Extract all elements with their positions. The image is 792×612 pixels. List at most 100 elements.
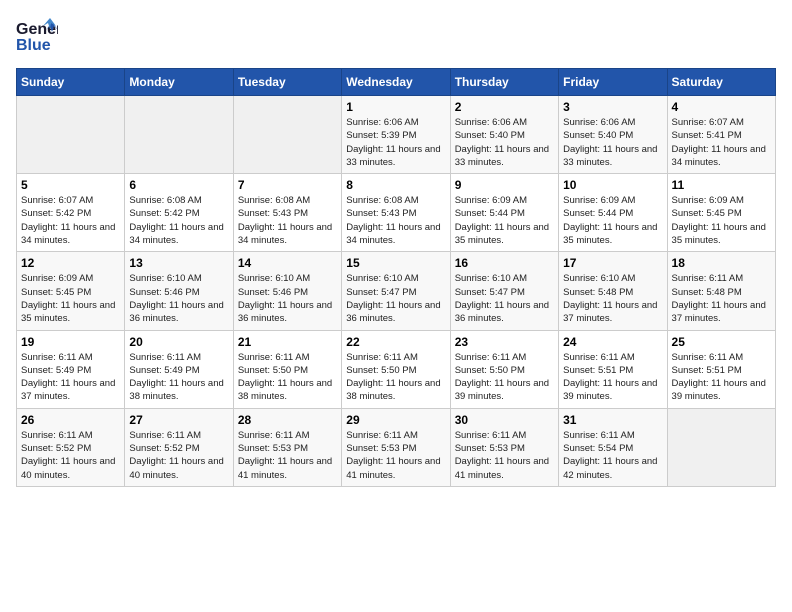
calendar-week-5: 26Sunrise: 6:11 AMSunset: 5:52 PMDayligh…: [17, 408, 776, 486]
day-number: 22: [346, 335, 445, 349]
calendar-cell: 27 Sunrise: 6:11 AMSunset: 5:52 PMDayligh…: [125, 408, 233, 486]
day-info: Sunrise: 6:11 AMSunset: 5:48 PMDaylight:…: [672, 272, 771, 325]
day-info: Sunrise: 6:07 AMSunset: 5:42 PMDaylight:…: [21, 194, 120, 247]
calendar-cell: [233, 96, 341, 174]
calendar-cell: 19 Sunrise: 6:11 AMSunset: 5:49 PMDayligh…: [17, 330, 125, 408]
calendar-cell: [125, 96, 233, 174]
calendar-cell: 29 Sunrise: 6:11 AMSunset: 5:53 PMDayligh…: [342, 408, 450, 486]
calendar-cell: 12Sunrise: 6:09 AMSunset: 5:45 PMDayligh…: [17, 252, 125, 330]
day-number: 27: [129, 413, 228, 427]
day-header-friday: Friday: [559, 69, 667, 96]
day-info: Sunrise: 6:06 AMSunset: 5:40 PMDaylight:…: [455, 116, 554, 169]
calendar-cell: 26Sunrise: 6:11 AMSunset: 5:52 PMDayligh…: [17, 408, 125, 486]
day-number: 10: [563, 178, 662, 192]
calendar: SundayMondayTuesdayWednesdayThursdayFrid…: [16, 68, 776, 487]
day-header-saturday: Saturday: [667, 69, 775, 96]
calendar-cell: 24 Sunrise: 6:11 AMSunset: 5:51 PMDayligh…: [559, 330, 667, 408]
day-number: 29: [346, 413, 445, 427]
day-info: Sunrise: 6:09 AMSunset: 5:45 PMDaylight:…: [672, 194, 771, 247]
calendar-cell: 21Sunrise: 6:11 AMSunset: 5:50 PMDayligh…: [233, 330, 341, 408]
day-info: Sunrise: 6:11 AMSunset: 5:50 PMDaylight:…: [455, 351, 554, 404]
day-number: 19: [21, 335, 120, 349]
calendar-cell: 2 Sunrise: 6:06 AMSunset: 5:40 PMDaylight…: [450, 96, 558, 174]
day-info: Sunrise: 6:11 AMSunset: 5:53 PMDaylight:…: [238, 429, 337, 482]
day-info: Sunrise: 6:08 AMSunset: 5:43 PMDaylight:…: [346, 194, 445, 247]
day-info: Sunrise: 6:11 AMSunset: 5:54 PMDaylight:…: [563, 429, 662, 482]
day-number: 30: [455, 413, 554, 427]
day-info: Sunrise: 6:11 AMSunset: 5:49 PMDaylight:…: [129, 351, 228, 404]
day-header-sunday: Sunday: [17, 69, 125, 96]
calendar-cell: 25 Sunrise: 6:11 AMSunset: 5:51 PMDayligh…: [667, 330, 775, 408]
calendar-cell: 8 Sunrise: 6:08 AMSunset: 5:43 PMDaylight…: [342, 174, 450, 252]
day-number: 2: [455, 100, 554, 114]
calendar-cell: 23 Sunrise: 6:11 AMSunset: 5:50 PMDayligh…: [450, 330, 558, 408]
day-number: 17: [563, 256, 662, 270]
day-number: 23: [455, 335, 554, 349]
calendar-cell: 31 Sunrise: 6:11 AMSunset: 5:54 PMDayligh…: [559, 408, 667, 486]
day-info: Sunrise: 6:10 AMSunset: 5:47 PMDaylight:…: [455, 272, 554, 325]
day-info: Sunrise: 6:11 AMSunset: 5:51 PMDaylight:…: [672, 351, 771, 404]
calendar-week-1: 1 Sunrise: 6:06 AMSunset: 5:39 PMDaylight…: [17, 96, 776, 174]
day-number: 4: [672, 100, 771, 114]
calendar-cell: [17, 96, 125, 174]
day-info: Sunrise: 6:11 AMSunset: 5:52 PMDaylight:…: [129, 429, 228, 482]
calendar-cell: [667, 408, 775, 486]
day-number: 18: [672, 256, 771, 270]
calendar-cell: 10 Sunrise: 6:09 AMSunset: 5:44 PMDayligh…: [559, 174, 667, 252]
day-info: Sunrise: 6:11 AMSunset: 5:52 PMDaylight:…: [21, 429, 120, 482]
svg-text:Blue: Blue: [16, 37, 51, 54]
day-number: 5: [21, 178, 120, 192]
day-info: Sunrise: 6:11 AMSunset: 5:53 PMDaylight:…: [455, 429, 554, 482]
day-info: Sunrise: 6:11 AMSunset: 5:49 PMDaylight:…: [21, 351, 120, 404]
day-header-thursday: Thursday: [450, 69, 558, 96]
calendar-week-3: 12Sunrise: 6:09 AMSunset: 5:45 PMDayligh…: [17, 252, 776, 330]
day-info: Sunrise: 6:06 AMSunset: 5:40 PMDaylight:…: [563, 116, 662, 169]
day-number: 15: [346, 256, 445, 270]
calendar-cell: 5 Sunrise: 6:07 AMSunset: 5:42 PMDaylight…: [17, 174, 125, 252]
day-header-wednesday: Wednesday: [342, 69, 450, 96]
calendar-cell: 15Sunrise: 6:10 AMSunset: 5:47 PMDayligh…: [342, 252, 450, 330]
calendar-week-2: 5 Sunrise: 6:07 AMSunset: 5:42 PMDaylight…: [17, 174, 776, 252]
day-number: 9: [455, 178, 554, 192]
calendar-cell: 17Sunrise: 6:10 AMSunset: 5:48 PMDayligh…: [559, 252, 667, 330]
calendar-cell: 18 Sunrise: 6:11 AMSunset: 5:48 PMDayligh…: [667, 252, 775, 330]
day-number: 7: [238, 178, 337, 192]
calendar-cell: 22 Sunrise: 6:11 AMSunset: 5:50 PMDayligh…: [342, 330, 450, 408]
calendar-cell: 6Sunrise: 6:08 AMSunset: 5:42 PMDaylight…: [125, 174, 233, 252]
day-number: 20: [129, 335, 228, 349]
day-number: 1: [346, 100, 445, 114]
day-number: 14: [238, 256, 337, 270]
day-number: 28: [238, 413, 337, 427]
day-number: 8: [346, 178, 445, 192]
calendar-cell: 9Sunrise: 6:09 AMSunset: 5:44 PMDaylight…: [450, 174, 558, 252]
day-info: Sunrise: 6:11 AMSunset: 5:50 PMDaylight:…: [238, 351, 337, 404]
header: General Blue: [16, 16, 776, 58]
calendar-header-row: SundayMondayTuesdayWednesdayThursdayFrid…: [17, 69, 776, 96]
day-info: Sunrise: 6:11 AMSunset: 5:53 PMDaylight:…: [346, 429, 445, 482]
logo-icon: General Blue: [16, 16, 58, 58]
day-number: 24: [563, 335, 662, 349]
day-number: 31: [563, 413, 662, 427]
day-number: 13: [129, 256, 228, 270]
calendar-cell: 20 Sunrise: 6:11 AMSunset: 5:49 PMDayligh…: [125, 330, 233, 408]
calendar-cell: 4Sunrise: 6:07 AMSunset: 5:41 PMDaylight…: [667, 96, 775, 174]
calendar-cell: 3Sunrise: 6:06 AMSunset: 5:40 PMDaylight…: [559, 96, 667, 174]
calendar-cell: 30 Sunrise: 6:11 AMSunset: 5:53 PMDayligh…: [450, 408, 558, 486]
calendar-cell: 7Sunrise: 6:08 AMSunset: 5:43 PMDaylight…: [233, 174, 341, 252]
day-info: Sunrise: 6:11 AMSunset: 5:50 PMDaylight:…: [346, 351, 445, 404]
logo: General Blue: [16, 16, 58, 58]
calendar-cell: 16 Sunrise: 6:10 AMSunset: 5:47 PMDayligh…: [450, 252, 558, 330]
day-info: Sunrise: 6:06 AMSunset: 5:39 PMDaylight:…: [346, 116, 445, 169]
day-header-tuesday: Tuesday: [233, 69, 341, 96]
calendar-cell: 14 Sunrise: 6:10 AMSunset: 5:46 PMDayligh…: [233, 252, 341, 330]
day-number: 16: [455, 256, 554, 270]
day-header-monday: Monday: [125, 69, 233, 96]
day-number: 25: [672, 335, 771, 349]
day-info: Sunrise: 6:11 AMSunset: 5:51 PMDaylight:…: [563, 351, 662, 404]
day-info: Sunrise: 6:10 AMSunset: 5:46 PMDaylight:…: [238, 272, 337, 325]
calendar-cell: 11Sunrise: 6:09 AMSunset: 5:45 PMDayligh…: [667, 174, 775, 252]
day-info: Sunrise: 6:09 AMSunset: 5:44 PMDaylight:…: [563, 194, 662, 247]
calendar-week-4: 19 Sunrise: 6:11 AMSunset: 5:49 PMDayligh…: [17, 330, 776, 408]
day-number: 12: [21, 256, 120, 270]
day-number: 6: [129, 178, 228, 192]
